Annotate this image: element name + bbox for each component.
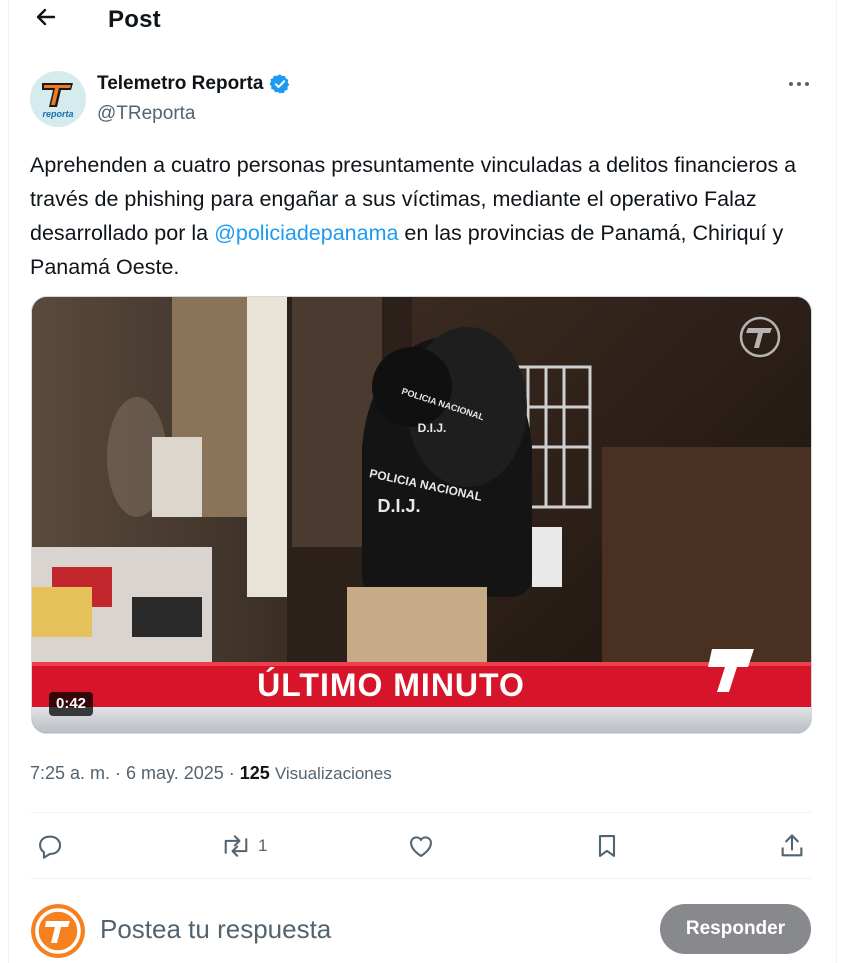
vest2-label-2: D.I.J. — [418, 421, 447, 435]
post-text: Aprehenden a cuatro personas presuntamen… — [30, 148, 820, 284]
share-icon — [781, 834, 803, 857]
like-icon — [410, 836, 432, 857]
video-duration: 0:42 — [49, 692, 94, 716]
author-block: Telemetro Reporta @TReporta — [97, 73, 291, 125]
top-bar: Post — [0, 0, 855, 40]
reply-button[interactable] — [36, 830, 64, 862]
vest-label-2: D.I.J. — [377, 496, 420, 516]
post-meta: 7:25 a. m. · 6 may. 2025 · 125 Visualiza… — [30, 763, 392, 784]
reply-input[interactable]: Postea tu respuesta — [100, 914, 331, 945]
avatar-text: reporta — [42, 109, 73, 119]
video-thumbnail: POLICIA NACIONAL D.I.J. POLICIA NACIONAL… — [32, 297, 811, 733]
action-bar: 1 — [30, 826, 812, 866]
breaking-banner: ÚLTIMO MINUTO — [257, 667, 525, 703]
repost-button[interactable]: 1 — [220, 830, 267, 862]
mention-link[interactable]: @policiadepanama — [214, 221, 398, 245]
author-name-row[interactable]: Telemetro Reporta — [97, 73, 291, 95]
repost-count: 1 — [258, 836, 268, 855]
avatar[interactable]: reporta — [30, 71, 86, 127]
author-name[interactable]: Telemetro Reporta — [97, 73, 263, 95]
more-icon — [789, 82, 809, 86]
meta-separator: · — [110, 763, 127, 783]
verified-badge-icon — [270, 74, 290, 94]
views-label: Visualizaciones — [274, 764, 392, 783]
back-button[interactable] — [30, 4, 60, 34]
video-player[interactable]: POLICIA NACIONAL D.I.J. POLICIA NACIONAL… — [31, 296, 812, 734]
bookmark-icon — [598, 835, 616, 857]
more-button[interactable] — [786, 76, 812, 92]
post-date[interactable]: 6 may. 2025 — [126, 763, 224, 783]
divider — [30, 878, 812, 879]
back-arrow-icon — [36, 8, 56, 26]
meta-separator-2: · — [223, 763, 240, 783]
telemetro-logo-icon: reporta — [30, 71, 86, 127]
divider — [30, 812, 812, 813]
bookmark-button[interactable] — [593, 830, 621, 862]
like-button[interactable] — [407, 830, 435, 862]
page-title: Post — [108, 6, 161, 33]
reply-composer: Postea tu respuesta Responder — [0, 884, 855, 963]
post-time[interactable]: 7:25 a. m. — [30, 763, 110, 783]
user-avatar-logo-icon — [31, 904, 85, 958]
views-count: 125 — [239, 763, 270, 783]
reply-icon — [39, 835, 62, 859]
share-button[interactable] — [778, 830, 806, 862]
repost-icon — [224, 835, 248, 857]
reply-submit-button[interactable]: Responder — [660, 904, 811, 954]
author-handle[interactable]: @TReporta — [97, 103, 291, 125]
user-avatar[interactable] — [31, 904, 85, 958]
